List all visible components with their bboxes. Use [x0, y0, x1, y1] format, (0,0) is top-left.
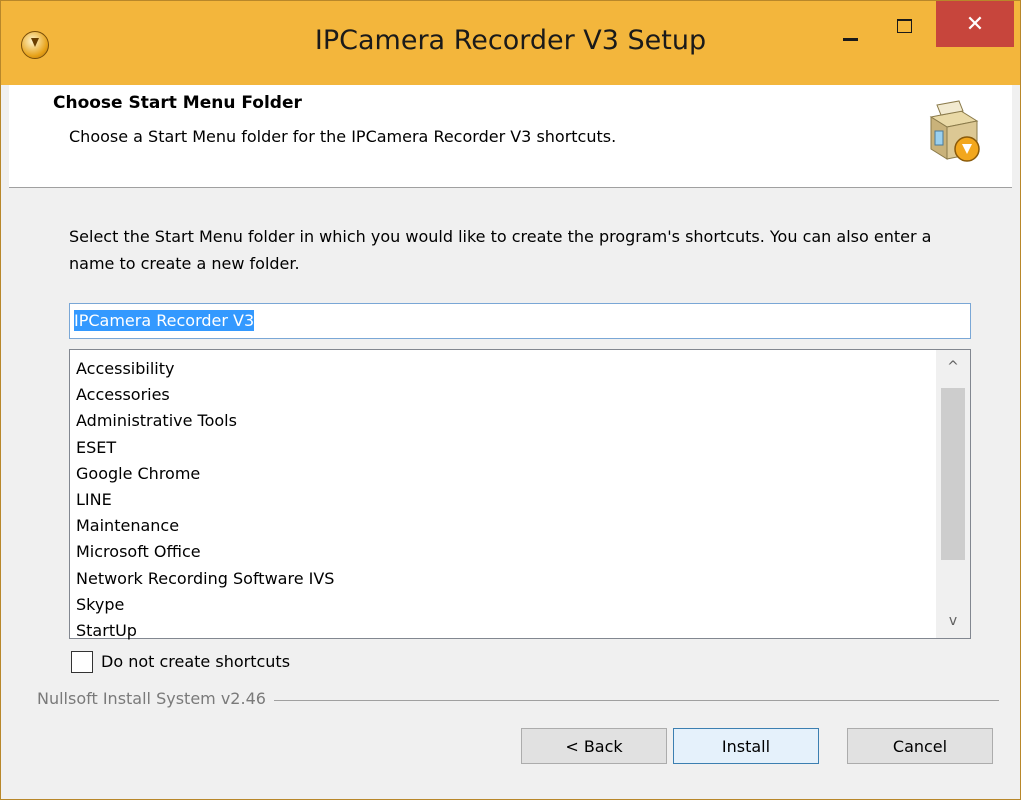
cancel-button[interactable]: Cancel [847, 728, 993, 764]
page-content: Select the Start Menu folder in which yo… [9, 187, 1012, 787]
list-item[interactable]: Network Recording Software IVS [76, 566, 926, 592]
scroll-up-icon[interactable]: ^ [936, 350, 970, 384]
scroll-thumb[interactable] [941, 388, 965, 560]
close-button[interactable]: ✕ [936, 1, 1014, 47]
list-item[interactable]: Administrative Tools [76, 408, 926, 434]
list-item[interactable]: StartUp [76, 618, 926, 644]
start-menu-folder-input[interactable]: IPCamera Recorder V3 [69, 303, 971, 339]
back-button[interactable]: < Back [521, 728, 667, 764]
page-header: Choose Start Menu Folder Choose a Start … [9, 85, 1012, 188]
list-item[interactable]: Accessories [76, 382, 926, 408]
list-item[interactable]: LINE [76, 487, 926, 513]
maximize-button[interactable] [876, 1, 932, 47]
no-shortcuts-checkbox[interactable] [71, 651, 93, 673]
vertical-scrollbar[interactable]: ^ v [936, 350, 970, 638]
installer-box-icon [929, 100, 980, 162]
list-item[interactable]: Accessibility [76, 356, 926, 382]
install-button[interactable]: Install [673, 728, 819, 764]
folder-input-value: IPCamera Recorder V3 [74, 310, 255, 331]
instructions-text: Select the Start Menu folder in which yo… [69, 227, 932, 273]
list-item[interactable]: Microsoft Office [76, 539, 926, 565]
list-item[interactable]: Maintenance [76, 513, 926, 539]
minimize-button[interactable] [826, 1, 874, 47]
close-icon: ✕ [965, 11, 985, 37]
start-menu-folder-list[interactable]: Accessibility Accessories Administrative… [69, 349, 971, 640]
list-item[interactable]: Google Chrome [76, 461, 926, 487]
list-item[interactable]: Skype [76, 592, 926, 618]
no-shortcuts-label[interactable]: Do not create shortcuts [101, 652, 290, 671]
title-bar[interactable]: IPCamera Recorder V3 Setup ✕ [1, 1, 1020, 85]
page-subtitle: Choose a Start Menu folder for the IPCam… [69, 127, 617, 146]
scroll-down-icon[interactable]: v [936, 604, 970, 638]
list-item[interactable]: ESET [76, 435, 926, 461]
page-title: Choose Start Menu Folder [53, 93, 302, 113]
nsis-branding-text: Nullsoft Install System v2.46 [37, 689, 274, 708]
installer-window: IPCamera Recorder V3 Setup ✕ Choose Star… [0, 0, 1021, 800]
folder-list-items: Accessibility Accessories Administrative… [76, 356, 926, 644]
